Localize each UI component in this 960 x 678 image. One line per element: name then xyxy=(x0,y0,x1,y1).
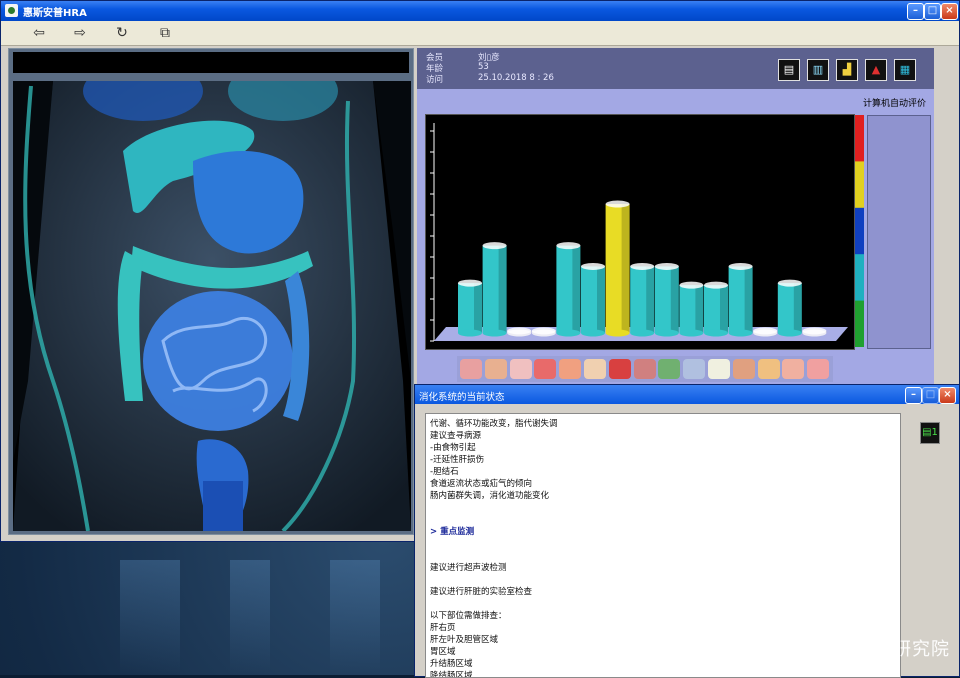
color-scale-icon[interactable]: ▦ xyxy=(894,59,916,81)
status-line: 以下部位需做排查： xyxy=(430,611,507,621)
bar xyxy=(654,262,679,337)
status-line: 肝右页 xyxy=(430,623,456,633)
bar xyxy=(581,262,605,337)
bar xyxy=(630,262,655,337)
page-one-icon[interactable]: ▤1 xyxy=(920,422,940,444)
bar xyxy=(679,281,704,337)
status-line: 代谢、循环功能改变，脂代谢失调 xyxy=(430,419,558,429)
color-scale-segment xyxy=(855,300,864,325)
document-icon[interactable]: ▤ xyxy=(778,59,800,81)
window-title: 惠斯安普HRA xyxy=(23,8,87,19)
bar xyxy=(458,279,482,337)
dialog-title-bar[interactable]: 消化系统的当前状态 – □ × xyxy=(415,385,959,404)
bones-icon[interactable] xyxy=(807,359,830,379)
forward-arrow-icon[interactable]: ⇨ xyxy=(69,23,91,43)
auto-evaluation-label: 计算机自动评价 xyxy=(862,99,926,109)
eye-mouth-icon[interactable] xyxy=(782,359,805,379)
age-value: 53 xyxy=(478,62,489,72)
bar xyxy=(802,327,827,337)
background-ray xyxy=(230,560,270,675)
digestive-organs-illustration xyxy=(13,81,411,531)
anatomy-panel xyxy=(8,48,414,535)
toolbar: ⇦ ⇨ ↻ ⧉ xyxy=(1,21,959,46)
analysis-panel: 会员 刘▯彦 年龄 53 访问 25.10.2018 8 : 26 ▤ ▥ ▟ … xyxy=(417,48,934,386)
bar xyxy=(777,279,802,337)
bar xyxy=(753,327,778,337)
status-line: 建议进行超声波检测 xyxy=(430,563,507,573)
refresh-icon[interactable]: ↻ xyxy=(111,23,133,43)
title-bar[interactable]: 惠斯安普HRA – □ × xyxy=(1,1,959,21)
chart-svg xyxy=(430,123,848,342)
bar xyxy=(531,327,556,337)
app-icon xyxy=(5,4,18,17)
visit-value: 25.10.2018 8 : 26 xyxy=(478,73,554,83)
color-scale-segment xyxy=(855,207,864,232)
digestive-status-dialog: 消化系统的当前状态 – □ × 代谢、循环功能改变，脂代谢失调 建议查寻病源 -由食… xyxy=(414,384,960,678)
color-scale-segment xyxy=(855,277,864,302)
color-scale-segment xyxy=(855,254,864,278)
dialog-maximize-button[interactable]: □ xyxy=(922,387,939,404)
maximize-button[interactable]: □ xyxy=(924,3,941,20)
background-ray xyxy=(330,560,380,675)
dialog-minimize-button[interactable]: – xyxy=(905,387,922,404)
assessment-bar-chart xyxy=(425,114,855,350)
copy-icon[interactable]: ⧉ xyxy=(154,23,176,43)
bar xyxy=(704,281,728,337)
face-icon[interactable] xyxy=(708,359,730,379)
patient-info-strip: 会员 刘▯彦 年龄 53 访问 25.10.2018 8 : 26 ▤ ▥ ▟ … xyxy=(417,48,934,89)
bar xyxy=(728,262,753,337)
color-scale-segment xyxy=(855,115,864,139)
bar xyxy=(507,327,532,337)
dialog-title: 消化系统的当前状态 xyxy=(419,392,505,403)
report-icon[interactable]: ▥ xyxy=(807,59,829,81)
status-line: 肝左叶及胆管区域 xyxy=(430,635,499,645)
head-icon[interactable] xyxy=(757,359,780,379)
spine-icon[interactable] xyxy=(584,359,606,379)
bar-chart-icon[interactable]: ▟ xyxy=(836,59,858,81)
color-scale-bar xyxy=(855,115,864,347)
lymph-icon[interactable] xyxy=(683,359,706,379)
bar xyxy=(482,242,507,337)
nerves-icon[interactable] xyxy=(658,359,681,379)
ear-icon[interactable] xyxy=(732,359,755,379)
status-line: 建议查寻病源 xyxy=(430,431,482,441)
dialog-close-button[interactable]: × xyxy=(939,387,956,404)
anatomy-header-bar xyxy=(13,52,409,73)
warning-icon[interactable]: ▲ xyxy=(865,59,887,81)
status-line: -迁延性肝损伤 xyxy=(430,455,485,465)
status-line: 胃区域 xyxy=(430,647,456,657)
color-scale-segment xyxy=(855,231,864,255)
evaluation-side-box xyxy=(867,115,931,349)
status-line: 升结肠区域 xyxy=(430,659,473,669)
status-line: 食道返流状态或疝气的倾向 xyxy=(430,479,533,489)
background-ray xyxy=(120,560,180,675)
color-scale-segment xyxy=(855,184,864,209)
color-scale-segment xyxy=(855,323,864,347)
status-line: -胆结石 xyxy=(430,467,459,477)
section-heading: > 重点监测 xyxy=(430,527,475,537)
status-line: -由食物引起 xyxy=(430,443,476,453)
lungs-icon[interactable] xyxy=(460,359,482,379)
back-arrow-icon[interactable]: ⇦ xyxy=(28,23,50,43)
kidney-icon[interactable] xyxy=(559,359,582,379)
minimize-button[interactable]: – xyxy=(907,3,924,20)
status-line: 肠内菌群失调，消化道功能变化 xyxy=(430,491,550,501)
digestive-system-3d-view[interactable] xyxy=(13,81,411,531)
skin-icon[interactable] xyxy=(509,359,532,379)
bar xyxy=(556,242,581,337)
watermark-text: 功能医学研究院 xyxy=(817,639,950,660)
blood-icon[interactable] xyxy=(534,359,557,379)
color-scale-segment xyxy=(855,138,864,162)
organ-selector-bar xyxy=(457,356,833,382)
color-scale-segment xyxy=(855,161,864,186)
status-line: 建议进行肝脏的实验室检查 xyxy=(430,587,533,597)
bar xyxy=(605,200,630,337)
status-line: 降结肠区域 xyxy=(430,671,473,678)
heart-vessels-icon[interactable] xyxy=(608,359,631,379)
visit-label: 访问 xyxy=(426,75,444,85)
heart-icon[interactable] xyxy=(484,359,507,379)
muscles-icon[interactable] xyxy=(633,359,656,379)
close-button[interactable]: × xyxy=(941,3,958,20)
